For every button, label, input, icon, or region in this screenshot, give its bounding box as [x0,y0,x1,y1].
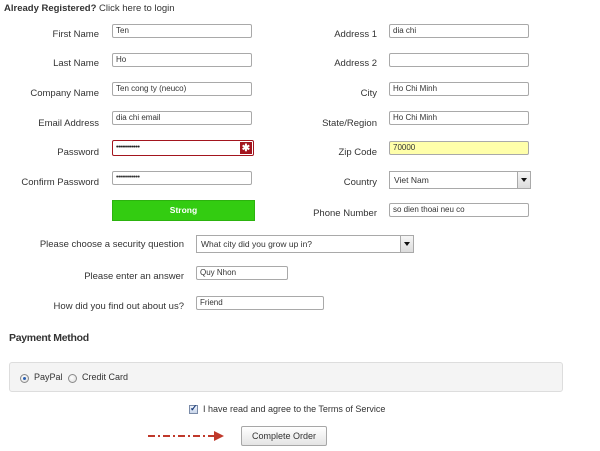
chevron-down-icon [400,236,413,252]
answer-field[interactable]: Quy Nhon [196,266,288,280]
security-question-value: What city did you grow up in? [201,239,313,249]
address1-label: Address 1 [334,29,377,40]
address1-field[interactable]: dia chi [389,24,529,38]
last-name-field[interactable]: Ho [112,53,252,67]
credit-card-radio[interactable] [68,374,77,383]
phone-field[interactable]: so dien thoai neu co [389,203,529,217]
paypal-radio[interactable] [20,374,29,383]
first-name-field[interactable]: Ten [112,24,252,38]
city-field[interactable]: Ho Chi Minh [389,82,529,96]
company-name-field[interactable]: Ten cong ty (neuco) [112,82,252,96]
last-name-label: Last Name [53,58,99,69]
complete-order-label: Complete Order [251,431,317,441]
phone-label: Phone Number [313,208,377,219]
strength-label: Strong [169,205,198,215]
zip-label: Zip Code [338,147,377,158]
confirm-password-field[interactable]: •••••••••••• [112,171,252,185]
country-label: Country [343,177,377,188]
address2-label: Address 2 [334,58,377,69]
login-link[interactable]: Click here to login [99,3,175,14]
password-label: Password [57,147,99,158]
credit-card-label[interactable]: Credit Card [82,372,128,382]
security-question-select[interactable]: What city did you grow up in? [196,235,414,253]
payment-options-panel: PayPal Credit Card [9,362,563,392]
required-asterisk-icon: ✱ [240,142,252,154]
city-label: City [360,88,377,99]
company-name-label: Company Name [30,88,99,99]
country-select[interactable]: Viet Nam [389,171,531,189]
registered-prefix: Already Registered? [4,3,97,14]
payment-method-title: Payment Method [9,332,89,344]
complete-order-button[interactable]: Complete Order [241,426,327,446]
check-icon: ✓ [190,403,198,413]
terms-checkbox[interactable]: ✓ [189,403,198,414]
password-field[interactable]: •••••••••••• ✱ [112,140,254,156]
confirm-password-label: Confirm Password [21,177,99,188]
state-label: State/Region [322,118,377,129]
state-field[interactable]: Ho Chi Minh [389,111,529,125]
email-label: Email Address [38,118,99,129]
password-strength-indicator: Strong [112,200,255,221]
answer-label: Please enter an answer [84,271,184,282]
arrow-pointer-icon [148,431,224,441]
security-question-label: Please choose a security question [39,239,184,250]
password-value: •••••••••••• [116,144,140,151]
chevron-down-icon [517,172,530,188]
login-prompt: Already Registered? Click here to login [4,3,175,14]
email-field[interactable]: dia chi email [112,111,252,125]
referral-field[interactable]: Friend [196,296,324,310]
address2-field[interactable] [389,53,529,67]
first-name-label: First Name [52,29,99,40]
paypal-label[interactable]: PayPal [34,372,63,382]
referral-label: How did you find out about us? [53,301,184,312]
zip-field[interactable]: 70000 [389,141,529,155]
country-value: Viet Nam [394,175,429,185]
confirm-password-value: •••••••••••• [116,174,140,181]
terms-label: I have read and agree to the Terms of Se… [203,404,386,414]
